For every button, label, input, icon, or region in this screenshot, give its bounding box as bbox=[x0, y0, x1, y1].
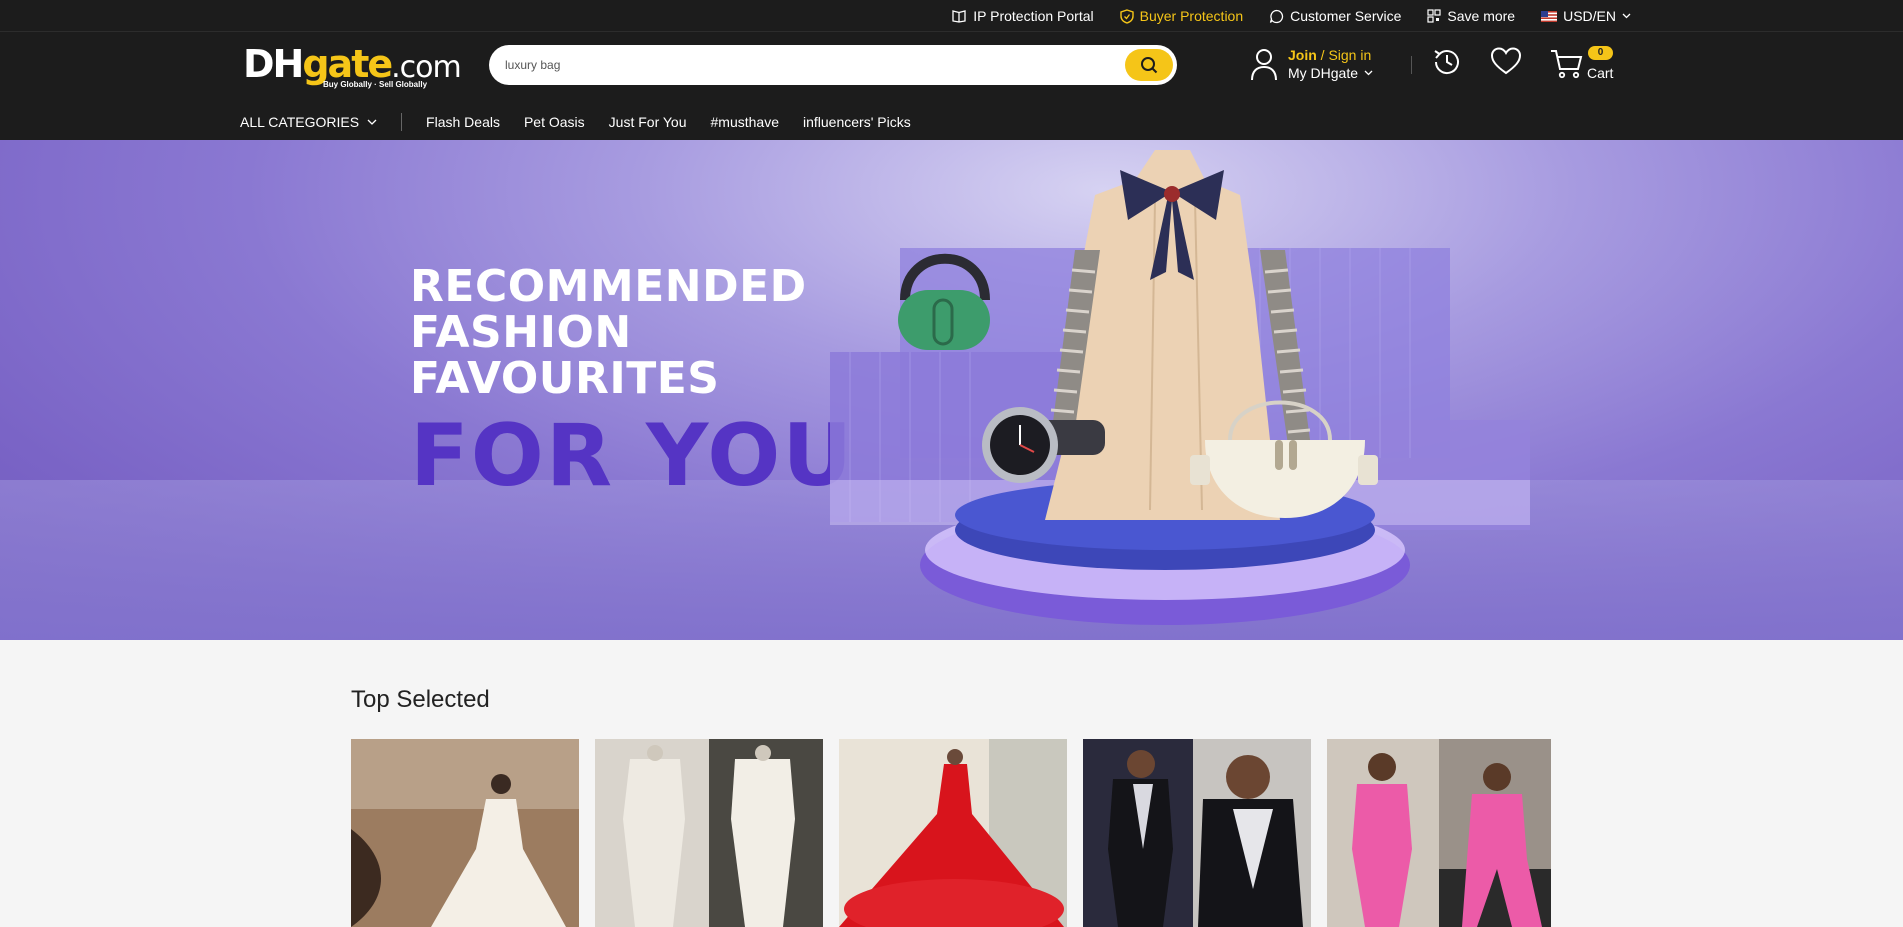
customer-service-link[interactable]: Customer Service bbox=[1269, 8, 1401, 24]
user-icon bbox=[1251, 49, 1277, 81]
save-more-link[interactable]: Save more bbox=[1427, 8, 1515, 24]
search-bar bbox=[489, 45, 1177, 85]
utility-bar: IP Protection Portal Buyer Protection Cu… bbox=[0, 0, 1903, 32]
product-image bbox=[1083, 739, 1311, 927]
header-divider bbox=[1411, 56, 1412, 74]
account-menu[interactable]: Join / Sign in My DHgate bbox=[1250, 44, 1373, 84]
chevron-down-icon bbox=[367, 119, 377, 125]
site-header: DHgate.com Buy Globally · Sell Globally … bbox=[0, 32, 1903, 140]
search-input[interactable] bbox=[505, 45, 1105, 85]
my-dhgate-dropdown[interactable]: My DHgate bbox=[1288, 64, 1373, 82]
currency-language-label: USD/EN bbox=[1563, 8, 1616, 24]
product-image bbox=[1327, 739, 1551, 927]
product-image bbox=[839, 739, 1067, 927]
shopping-cart-icon bbox=[1551, 50, 1583, 79]
category-nav: ALL CATEGORIES Flash Deals Pet Oasis Jus… bbox=[240, 108, 911, 136]
nav-item-influencers-picks[interactable]: influencers' Picks bbox=[803, 114, 911, 130]
cart-label: Cart bbox=[1587, 65, 1614, 81]
all-categories-label: ALL CATEGORIES bbox=[240, 114, 360, 130]
product-image bbox=[351, 739, 579, 927]
product-card-red-ball-gown[interactable] bbox=[839, 739, 1067, 927]
save-more-label: Save more bbox=[1447, 8, 1516, 24]
product-card-white-gown[interactable] bbox=[351, 739, 579, 927]
dhgate-logo[interactable]: DHgate.com Buy Globally · Sell Globally bbox=[243, 42, 462, 90]
cart-count-badge: 0 bbox=[1588, 46, 1613, 60]
nav-item-pet-oasis[interactable]: Pet Oasis bbox=[524, 114, 585, 130]
currency-language-selector[interactable]: USD/EN bbox=[1541, 8, 1631, 24]
buyer-protection-label: Buyer Protection bbox=[1139, 8, 1244, 24]
banner-headline-emphasis: FOR YOU bbox=[410, 406, 855, 506]
utility-links: IP Protection Portal Buyer Protection Cu… bbox=[952, 0, 1631, 32]
cart-button[interactable]: 0 Cart bbox=[1550, 42, 1620, 86]
banner-headline: RECOMMENDED FASHION FAVOURITES FOR YOU bbox=[410, 261, 855, 506]
ip-protection-link[interactable]: IP Protection Portal bbox=[952, 8, 1094, 24]
search-button[interactable] bbox=[1125, 49, 1173, 81]
heart-icon bbox=[1490, 47, 1522, 75]
top-selected-title: Top Selected bbox=[351, 686, 490, 713]
chat-bubble-icon bbox=[1270, 9, 1284, 23]
product-image bbox=[595, 739, 823, 927]
book-icon bbox=[952, 10, 966, 23]
us-flag-icon bbox=[1541, 10, 1558, 22]
history-clock-icon bbox=[1434, 50, 1459, 75]
product-card-black-pant-suit[interactable] bbox=[1083, 739, 1311, 927]
history-button[interactable] bbox=[1431, 46, 1463, 83]
buyer-protection-link[interactable]: Buyer Protection bbox=[1119, 8, 1244, 24]
nav-item-just-for-you[interactable]: Just For You bbox=[609, 114, 687, 130]
chevron-down-icon bbox=[1364, 70, 1373, 76]
logo-tagline: Buy Globally · Sell Globally bbox=[323, 80, 428, 89]
ip-protection-label: IP Protection Portal bbox=[973, 8, 1094, 24]
search-icon bbox=[1141, 57, 1158, 74]
wishlist-button[interactable] bbox=[1490, 46, 1522, 81]
top-selected-products bbox=[351, 739, 1551, 927]
customer-service-label: Customer Service bbox=[1290, 8, 1402, 24]
hero-banner[interactable]: RECOMMENDED FASHION FAVOURITES FOR YOU bbox=[0, 140, 1903, 640]
shield-icon bbox=[1119, 8, 1134, 24]
banner-product-display bbox=[830, 150, 1530, 625]
product-card-pink-pant-suit[interactable] bbox=[1327, 739, 1551, 927]
qr-code-icon bbox=[1427, 9, 1441, 23]
all-categories-dropdown[interactable]: ALL CATEGORIES bbox=[240, 113, 403, 131]
nav-item-flash-deals[interactable]: Flash Deals bbox=[426, 114, 500, 130]
nav-item-musthave[interactable]: #musthave bbox=[711, 114, 779, 130]
product-card-lace-mermaid-dress[interactable] bbox=[595, 739, 823, 927]
join-sign-in-link[interactable]: Join / Sign in bbox=[1288, 46, 1373, 64]
chevron-down-icon bbox=[1622, 13, 1631, 19]
